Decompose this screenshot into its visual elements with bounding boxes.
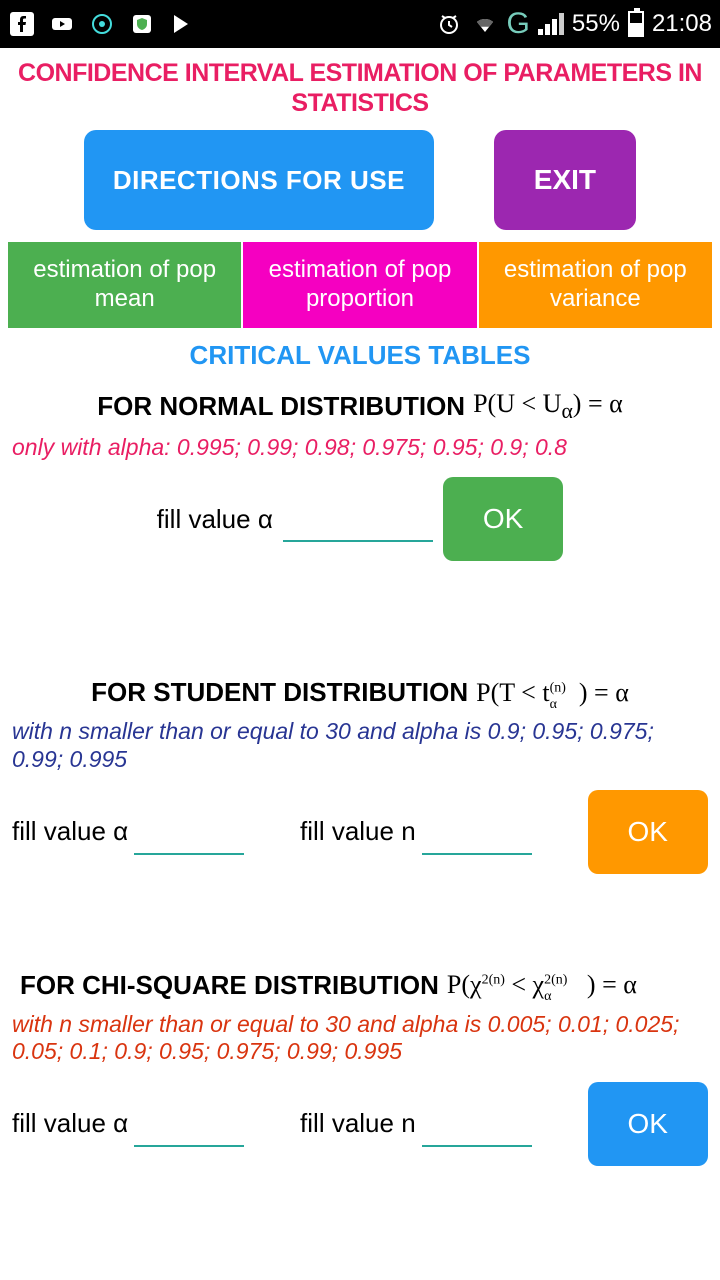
tab-pop-variance[interactable]: estimation of pop variance (479, 242, 712, 328)
signal-icon (538, 13, 564, 35)
student-note: with n smaller than or equal to 30 and a… (0, 708, 720, 781)
youtube-icon (48, 10, 76, 38)
normal-alpha-label: fill value α (157, 504, 273, 535)
chisq-formula: P(χ2(n) < χ2(n)α ) = α (447, 970, 637, 1000)
tab-pop-proportion[interactable]: estimation of pop proportion (243, 242, 476, 328)
page-title: CONFIDENCE INTERVAL ESTIMATION OF PARAME… (0, 48, 720, 118)
tab-pop-mean[interactable]: estimation of pop mean (8, 242, 241, 328)
alarm-icon (435, 10, 463, 38)
normal-title: FOR NORMAL DISTRIBUTION (97, 391, 465, 422)
chisq-n-input[interactable] (422, 1101, 532, 1147)
normal-formula: P(U < Uα) = α (473, 389, 623, 424)
clock-time: 21:08 (652, 10, 712, 38)
network-type: G (507, 7, 530, 41)
chisq-distribution-block: FOR CHI-SQUARE DISTRIBUTION P(χ2(n) < χ2… (0, 970, 720, 1174)
status-bar: G 55% 21:08 (0, 0, 720, 48)
aperture-icon (88, 10, 116, 38)
student-formula: P(T < t(n)α ) = α (476, 678, 629, 708)
battery-icon (628, 11, 644, 37)
directions-button[interactable]: DIRECTIONS FOR USE (84, 130, 434, 230)
student-title: FOR STUDENT DISTRIBUTION (91, 677, 468, 708)
student-alpha-input[interactable] (134, 809, 244, 855)
student-n-input[interactable] (422, 809, 532, 855)
normal-distribution-block: FOR NORMAL DISTRIBUTION P(U < Uα) = α on… (0, 389, 720, 570)
normal-alpha-input[interactable] (283, 496, 433, 542)
chisq-note: with n smaller than or equal to 30 and a… (0, 1001, 720, 1074)
shield-icon (128, 10, 156, 38)
student-ok-button[interactable]: OK (588, 790, 708, 874)
exit-button[interactable]: EXIT (494, 130, 636, 230)
play-store-icon (168, 10, 196, 38)
battery-percent: 55% (572, 10, 620, 38)
normal-ok-button[interactable]: OK (443, 477, 563, 561)
normal-note: only with alpha: 0.995; 0.99; 0.98; 0.97… (0, 424, 720, 470)
wifi-icon (471, 10, 499, 38)
chisq-title: FOR CHI-SQUARE DISTRIBUTION (20, 970, 439, 1001)
tables-heading: CRITICAL VALUES TABLES (0, 340, 720, 371)
student-n-label: fill value n (300, 816, 416, 847)
chisq-alpha-input[interactable] (134, 1101, 244, 1147)
chisq-alpha-label: fill value α (12, 1108, 128, 1139)
student-distribution-block: FOR STUDENT DISTRIBUTION P(T < t(n)α ) =… (0, 677, 720, 881)
chisq-ok-button[interactable]: OK (588, 1082, 708, 1166)
chisq-n-label: fill value n (300, 1108, 416, 1139)
student-alpha-label: fill value α (12, 816, 128, 847)
facebook-icon (8, 10, 36, 38)
